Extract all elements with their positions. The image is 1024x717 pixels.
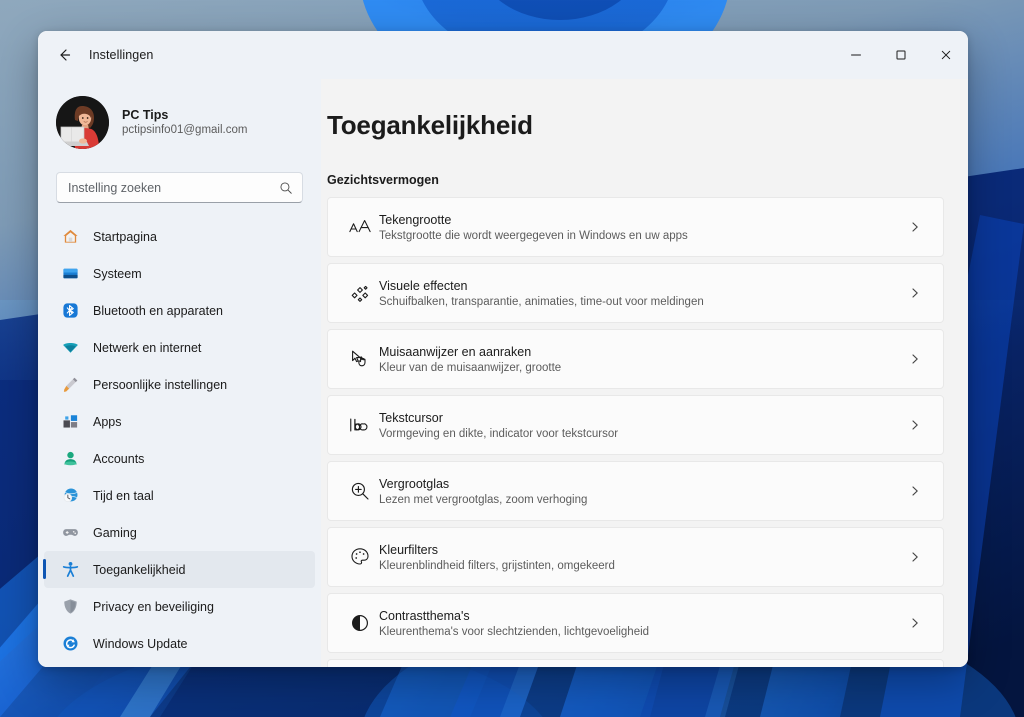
clock-globe-icon [61,487,79,505]
maximize-button[interactable] [878,31,923,79]
chevron-right-icon [903,551,927,563]
card-title: Visuele effecten [379,278,468,293]
close-button[interactable] [923,31,968,79]
color-palette-icon [341,546,379,568]
magnifier-icon [341,480,379,502]
brush-icon [61,376,79,394]
sidebar-item-accounts[interactable]: Accounts [44,440,315,477]
setting-card-tekstcursor[interactable]: Tekstcursor Vormgeving en dikte, indicat… [327,395,944,455]
desktop-background: Instellingen PC Tips pctipsinfo01@gmail.… [0,0,1024,717]
window-titlebar: Instellingen [38,31,968,79]
settings-scroll-region[interactable]: Tekengrootte Tekstgrootte die wordt weer… [327,197,944,667]
maximize-icon [896,50,905,60]
contrast-icon [341,612,379,634]
chevron-right-icon [903,287,927,299]
setting-card-verteller[interactable]: Verteller [327,659,944,667]
card-description: Kleurenthema's voor slechtzienden, licht… [379,625,650,638]
close-icon [941,50,950,60]
card-title: Tekstcursor [379,410,443,425]
window-title: Instellingen [89,48,154,62]
monitor-icon [61,265,79,283]
apps-icon [61,413,79,431]
sidebar-item-toegankelijkheid[interactable]: Toegankelijkheid [43,551,315,588]
back-button[interactable] [47,38,81,72]
page-title: Toegankelijkheid [327,110,533,140]
shield-icon [61,598,79,616]
sidebar-item-label: Systeem [93,266,142,281]
sidebar-item-gaming[interactable]: Gaming [44,514,315,551]
sidebar-item-windows-update[interactable]: Windows Update [44,625,315,662]
person-icon [61,450,79,468]
sidebar-item-label: Netwerk en internet [93,340,202,355]
setting-card-muisaanwijzer-en-aanraken[interactable]: Muisaanwijzer en aanraken Kleur van de m… [327,329,944,389]
sidebar-item-label: Startpagina [93,229,157,244]
update-icon [61,635,79,653]
setting-card-kleurfilters[interactable]: Kleurfilters Kleurenblindheid filters, g… [327,527,944,587]
sidebar-item-label: Bluetooth en apparaten [93,303,223,318]
back-arrow-icon [60,49,71,61]
card-description: Kleur van de muisaanwijzer, grootte [379,361,562,374]
sidebar-item-bluetooth-en-apparaten[interactable]: Bluetooth en apparaten [44,292,315,329]
card-description: Kleurenblindheid filters, grijstinten, o… [379,559,615,572]
sidebar-item-persoonlijke-instellingen[interactable]: Persoonlijke instellingen [44,366,315,403]
account-block[interactable]: PC Tips pctipsinfo01@gmail.com [38,79,321,153]
settings-sidebar: PC Tips pctipsinfo01@gmail.com Instellin… [38,79,321,667]
wifi-icon [61,339,79,357]
avatar [56,95,109,149]
chevron-right-icon [903,353,927,365]
section-header: Gezichtsvermogen [327,173,439,187]
setting-card-vergrootglas[interactable]: Vergrootglas Lezen met vergrootglas, zoo… [327,461,944,521]
sidebar-item-systeem[interactable]: Systeem [44,255,315,292]
visual-effects-icon [341,282,379,304]
sidebar-item-label: Apps [93,414,122,429]
mouse-pointer-icon [341,348,379,370]
sidebar-item-apps[interactable]: Apps [44,403,315,440]
minimize-icon [850,54,861,56]
bluetooth-icon [61,302,79,320]
sidebar-item-label: Windows Update [93,636,188,651]
chevron-right-icon [903,221,927,233]
card-title: Tekengrootte [379,212,452,227]
sidebar-item-label: Persoonlijke instellingen [93,377,228,392]
accessibility-icon [61,561,79,579]
sidebar-item-netwerk-en-internet[interactable]: Netwerk en internet [44,329,315,366]
sidebar-nav: Startpagina Systeem Bluetooth en apparat… [38,218,321,662]
sidebar-item-tijd-en-taal[interactable]: Tijd en taal [44,477,315,514]
card-description: Tekstgrootte die wordt weergegeven in Wi… [379,229,688,242]
settings-card-list: Tekengrootte Tekstgrootte die wordt weer… [327,197,944,667]
card-description: Lezen met vergrootglas, zoom verhoging [379,493,588,506]
card-description: Schuifbalken, transparantie, animaties, … [379,295,704,308]
sidebar-item-label: Toegankelijkheid [93,562,186,577]
search-input[interactable] [68,180,279,195]
card-description: Vormgeving en dikte, indicator voor teks… [379,427,619,440]
search-box[interactable] [56,172,303,203]
text-cursor-icon [341,415,379,435]
gamepad-icon [61,524,79,542]
setting-card-visuele-effecten[interactable]: Visuele effecten Schuifbalken, transpara… [327,263,944,323]
card-title: Muisaanwijzer en aanraken [379,344,532,359]
settings-main-pane: Toegankelijkheid Gezichtsvermogen Tekeng… [321,79,968,667]
chevron-right-icon [903,617,927,629]
card-title: Vergrootglas [379,476,450,491]
sidebar-item-label: Accounts [93,451,145,466]
sidebar-item-privacy-en-beveiliging[interactable]: Privacy en beveiliging [44,588,315,625]
text-size-icon [341,217,379,237]
chevron-right-icon [903,419,927,431]
sidebar-item-label: Privacy en beveiliging [93,599,214,614]
account-email: pctipsinfo01@gmail.com [122,124,248,136]
setting-card-contrastthemas[interactable]: Contrastthema's Kleurenthema's voor slec… [327,593,944,653]
user-avatar-icon [56,95,109,149]
search-icon [280,181,292,194]
minimize-button[interactable] [833,31,878,79]
sidebar-item-label: Gaming [93,525,137,540]
home-icon [61,228,79,246]
card-title: Kleurfilters [379,542,439,557]
card-title: Contrastthema's [379,608,470,623]
settings-window: Instellingen PC Tips pctipsinfo01@gmail.… [38,31,968,667]
chevron-right-icon [903,485,927,497]
account-name: PC Tips [122,108,169,122]
sidebar-item-startpagina[interactable]: Startpagina [44,218,315,255]
sidebar-item-label: Tijd en taal [93,488,154,503]
setting-card-tekengrootte[interactable]: Tekengrootte Tekstgrootte die wordt weer… [327,197,944,257]
